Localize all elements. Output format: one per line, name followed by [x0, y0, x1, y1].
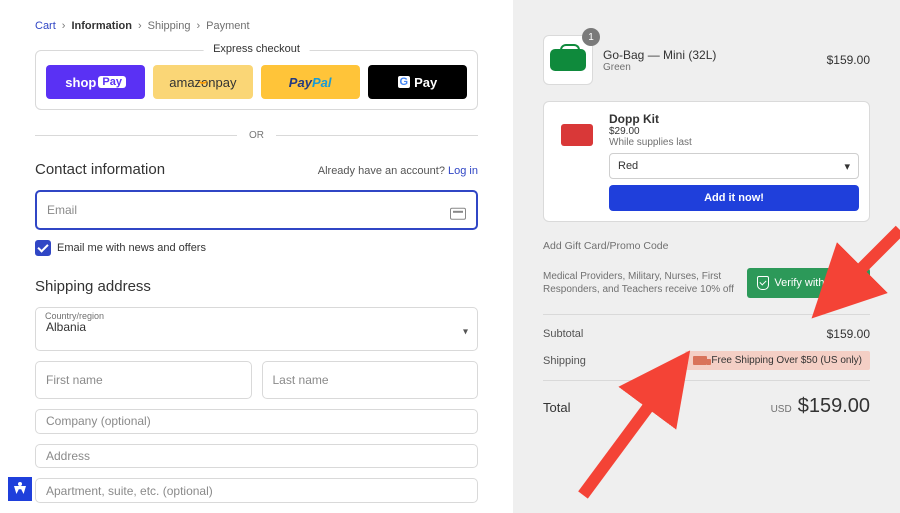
upsell-note: While supplies last [609, 137, 859, 148]
google-pay-button[interactable]: GPay [368, 65, 467, 99]
free-shipping-badge: Free Shipping Over $50 (US only) [685, 351, 870, 370]
amazon-pay-button[interactable]: amazon⌣ pay [153, 65, 252, 99]
shop-pay-button[interactable]: shopPay [46, 65, 145, 99]
item-name: Go-Bag — Mini (32L) [603, 48, 817, 62]
contact-title: Contact information [35, 161, 165, 178]
shipping-title: Shipping address [35, 278, 478, 295]
accessibility-icon [14, 482, 26, 496]
upsell-price: $29.00 [609, 126, 859, 137]
news-label: Email me with news and offers [57, 242, 206, 254]
breadcrumb: Cart › Information › Shipping › Payment [35, 20, 478, 32]
currency: USD [771, 404, 792, 415]
crumb-shipping: Shipping [148, 20, 191, 32]
or-divider: OR [35, 130, 478, 141]
subtotal-label: Subtotal [543, 328, 583, 340]
login-link[interactable]: Log in [448, 165, 478, 177]
company-field[interactable] [35, 409, 478, 434]
upsell-thumbnail [554, 112, 599, 157]
chevron-icon: › [138, 20, 142, 32]
upsell-name: Dopp Kit [609, 112, 859, 126]
verify-text: Medical Providers, Military, Nurses, Fir… [543, 270, 737, 296]
first-name-field[interactable] [35, 361, 252, 399]
promo-link[interactable]: Add Gift Card/Promo Code [543, 240, 870, 252]
total-label: Total [543, 400, 570, 415]
login-prompt: Already have an account? Log in [318, 165, 478, 177]
bag-icon [550, 49, 586, 71]
shipping-label: Shipping [543, 355, 586, 367]
express-label: Express checkout [203, 43, 310, 55]
crumb-cart[interactable]: Cart [35, 20, 56, 32]
upsell-variant-select[interactable]: Red▾ [609, 153, 859, 179]
address-field[interactable] [35, 444, 478, 469]
subtotal-value: $159.00 [827, 327, 870, 341]
chevron-down-icon: ▾ [844, 160, 850, 173]
accessibility-widget[interactable] [8, 477, 32, 501]
express-checkout: Express checkout shopPay amazon⌣ pay Pay… [35, 50, 478, 110]
news-checkbox[interactable] [35, 240, 51, 256]
item-variant: Green [603, 62, 817, 73]
truck-icon [693, 356, 707, 365]
total-value: $159.00 [798, 395, 870, 418]
country-label: Country/region [45, 311, 104, 321]
shield-icon [757, 276, 769, 290]
qty-badge: 1 [582, 28, 600, 46]
add-upsell-button[interactable]: Add it now! [609, 185, 859, 211]
last-name-field[interactable] [262, 361, 479, 399]
chevron-icon: › [62, 20, 66, 32]
upsell-card: Dopp Kit $29.00 While supplies last Red▾… [543, 101, 870, 222]
apartment-field[interactable] [35, 478, 478, 503]
email-field[interactable] [35, 190, 478, 230]
paypal-button[interactable]: PayPal [261, 65, 360, 99]
item-price: $159.00 [827, 53, 870, 67]
crumb-information: Information [71, 20, 132, 32]
chevron-icon: › [196, 20, 200, 32]
crumb-payment: Payment [206, 20, 249, 32]
verify-button[interactable]: Verify with ID.me [747, 268, 870, 298]
item-thumbnail: 1 [543, 35, 593, 85]
cart-item: 1 Go-Bag — Mini (32L) Green $159.00 [543, 35, 870, 85]
contact-card-icon [450, 208, 466, 220]
